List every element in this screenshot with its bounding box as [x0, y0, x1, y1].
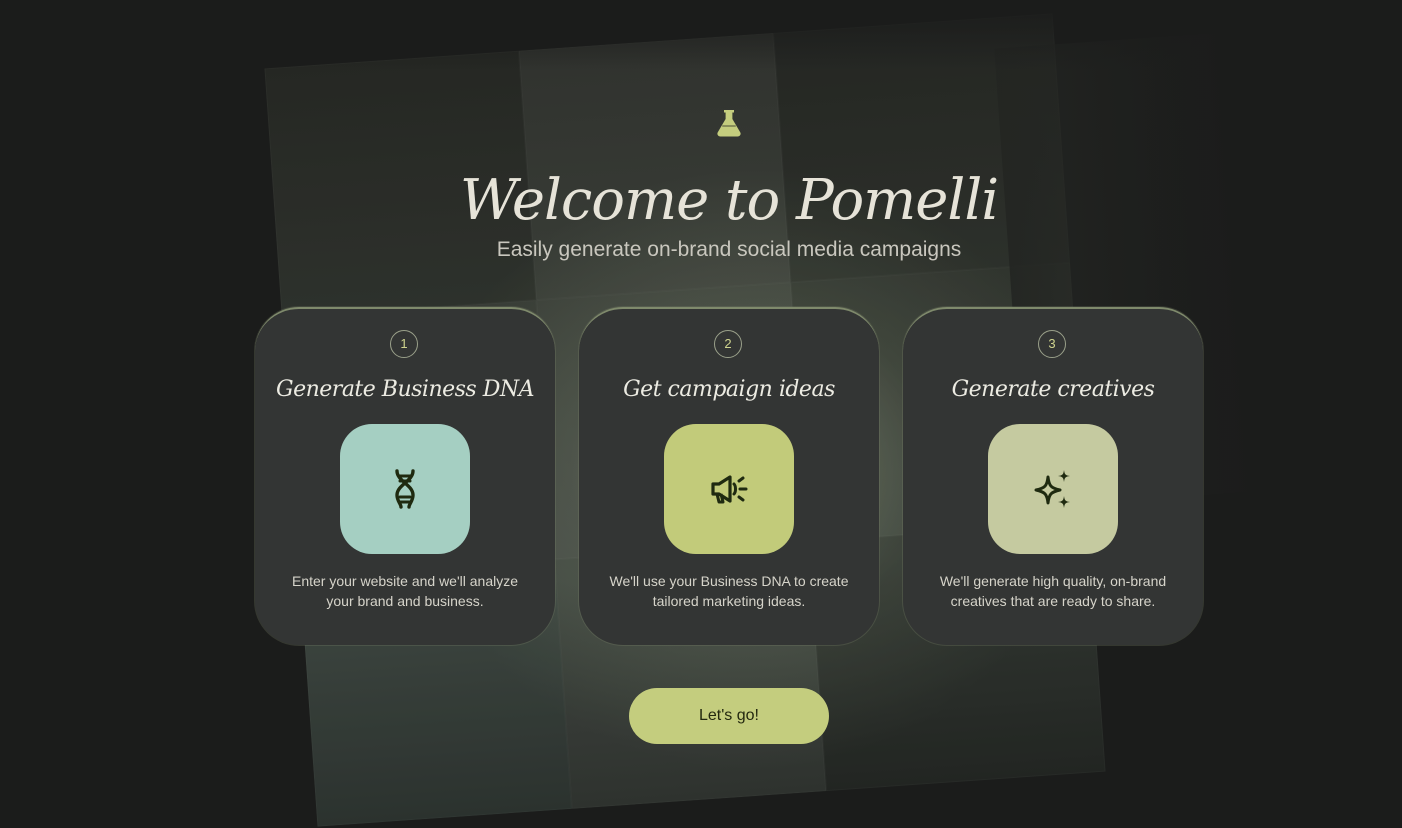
megaphone-icon	[711, 475, 748, 504]
welcome-screen: Welcome to Pomelli Easily generate on-br…	[0, 0, 1402, 828]
sparkles-icon	[1034, 470, 1070, 508]
dna-icon	[395, 469, 415, 509]
step-number: 2	[714, 330, 742, 358]
step-description: Enter your website and we'll analyze you…	[291, 573, 519, 609]
step-card-business-dna: 1 Generate Business DNA Enter your websi…	[255, 307, 555, 645]
step-card-generate-creatives: 3 Generate creatives We'll generate high…	[903, 307, 1203, 645]
step-number: 1	[390, 330, 418, 358]
step-description: We'll use your Business DNA to create ta…	[609, 573, 849, 609]
step-icon-tile	[664, 424, 794, 554]
flask-icon	[713, 107, 745, 139]
page-subtitle: Easily generate on-brand social media ca…	[496, 238, 962, 261]
lets-go-button[interactable]: Let's go!	[629, 688, 829, 744]
step-card-campaign-ideas: 2 Get campaign ideas We'll use your Busi…	[579, 307, 879, 645]
page-title: Welcome to Pomelli	[459, 168, 999, 233]
step-description: We'll generate high quality, on-brand cr…	[939, 573, 1167, 609]
step-icon-tile	[988, 424, 1118, 554]
step-title: Generate creatives	[951, 377, 1155, 402]
step-title: Generate Business DNA	[276, 377, 534, 402]
step-number: 3	[1038, 330, 1066, 358]
step-title: Get campaign ideas	[623, 377, 835, 402]
step-icon-tile	[340, 424, 470, 554]
